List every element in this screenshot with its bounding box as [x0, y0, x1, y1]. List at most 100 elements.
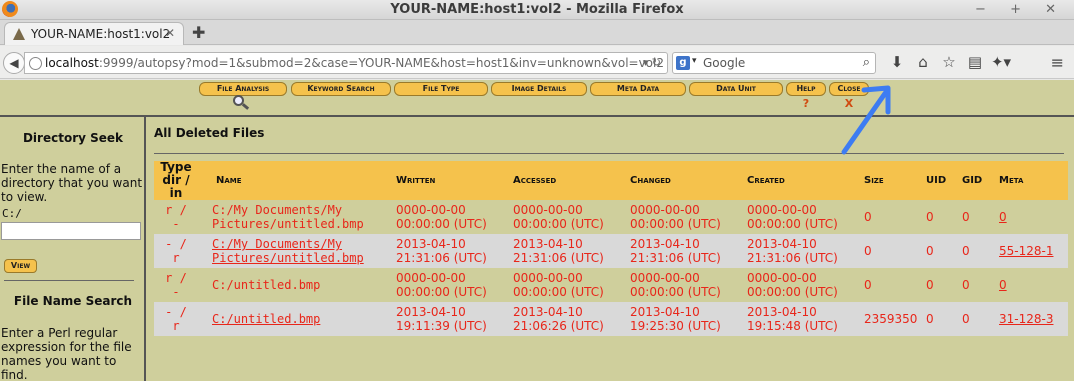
cell-size: 0 — [860, 268, 922, 302]
navigation-bar: ◀ localhost:9999/autopsy?mod=1&submod=2&… — [0, 46, 1074, 79]
close-x-icon[interactable]: X — [829, 97, 869, 111]
cell-written: 2013-04-10 21:31:06 (UTC) — [392, 234, 509, 268]
col-size[interactable]: Size — [860, 161, 922, 200]
home-icon[interactable]: ⌂ — [910, 53, 936, 71]
toolbar-icons: ⬇ ⌂ ☆ ▤ ✦▾ — [884, 53, 1014, 71]
cell-gid: 0 — [958, 200, 995, 234]
url-controls-icon[interactable]: ▾ ↻ — [643, 56, 661, 69]
window-title: YOUR-NAME:host1:vol2 - Mozilla Firefox — [390, 2, 684, 17]
deleted-files-table: Type dir / in Name Written Accessed Chan… — [154, 161, 1068, 336]
col-accessed[interactable]: Accessed — [509, 161, 626, 200]
left-panel: Directory Seek Enter the name of a direc… — [0, 117, 146, 381]
title-divider — [154, 153, 1064, 154]
url-host: localhost — [45, 56, 99, 70]
meta-link[interactable]: 0 — [999, 210, 1007, 224]
meta-link[interactable]: 0 — [999, 278, 1007, 292]
file-name-link[interactable]: C:/My Documents/My Pictures/untitled.bmp — [212, 237, 364, 265]
col-type: Type dir / in — [154, 161, 198, 200]
cell-gid: 0 — [958, 234, 995, 268]
url-text[interactable]: localhost:9999/autopsy?mod=1&submod=2&ca… — [45, 56, 664, 70]
cell-size: 2359350 — [860, 302, 922, 336]
table-row[interactable]: - / r C:/My Documents/My Pictures/untitl… — [154, 234, 1068, 268]
cell-name: C:/untitled.bmp — [198, 268, 392, 302]
cell-uid: 0 — [922, 268, 958, 302]
file-type-button[interactable]: File Type — [394, 82, 488, 96]
cell-created: 0000-00-00 00:00:00 (UTC) — [743, 268, 860, 302]
cell-type: - / r — [154, 234, 198, 268]
table-header-row: Type dir / in Name Written Accessed Chan… — [154, 161, 1068, 200]
window-controls[interactable]: − + ✕ — [975, 2, 1066, 17]
tab-bar: YOUR-NAME:host1:vol2 ✕ ✚ — [0, 20, 1074, 45]
tab-close-icon[interactable]: ✕ — [165, 26, 175, 40]
search-placeholder: Google — [703, 56, 746, 70]
search-icon[interactable]: ⌕ — [863, 55, 870, 70]
cell-created: 2013-04-10 21:31:06 (UTC) — [743, 234, 860, 268]
file-name-search-heading: File Name Search — [13, 294, 133, 308]
main-panel: All Deleted Files Type dir / in Name Wri… — [148, 117, 1074, 381]
page-title: All Deleted Files — [154, 126, 265, 140]
directory-seek-input[interactable] — [1, 222, 141, 240]
help-question-icon[interactable]: ? — [786, 97, 826, 111]
table-row[interactable]: r / - C:/My Documents/My Pictures/untitl… — [154, 200, 1068, 234]
directory-default-path: C:/ — [2, 207, 22, 220]
cell-gid: 0 — [958, 302, 995, 336]
cell-accessed: 0000-00-00 00:00:00 (UTC) — [509, 268, 626, 302]
cell-written: 2013-04-10 19:11:39 (UTC) — [392, 302, 509, 336]
cell-type: - / r — [154, 302, 198, 336]
addon-icon[interactable]: ✦▾ — [988, 53, 1014, 71]
new-tab-icon[interactable]: ✚ — [192, 23, 205, 42]
view-button[interactable]: View — [4, 259, 37, 273]
download-icon[interactable]: ⬇ — [884, 53, 910, 71]
url-bar[interactable]: localhost:9999/autopsy?mod=1&submod=2&ca… — [24, 52, 668, 74]
table-row[interactable]: r / - C:/untitled.bmp 0000-00-00 00:00:0… — [154, 268, 1068, 302]
meta-data-button[interactable]: Meta Data — [590, 82, 686, 96]
file-name-link[interactable]: C:/untitled.bmp — [212, 312, 320, 326]
cell-uid: 0 — [922, 200, 958, 234]
keyword-search-button[interactable]: Keyword Search — [291, 82, 391, 96]
meta-link[interactable]: 55-128-1 — [999, 244, 1053, 258]
cell-name: C:/My Documents/My Pictures/untitled.bmp — [198, 200, 392, 234]
cell-created: 2013-04-10 19:15:48 (UTC) — [743, 302, 860, 336]
col-created[interactable]: Created — [743, 161, 860, 200]
data-unit-button[interactable]: Data Unit — [689, 82, 783, 96]
cell-size: 0 — [860, 200, 922, 234]
tab-autopsy[interactable]: YOUR-NAME:host1:vol2 ✕ — [4, 22, 184, 45]
file-analysis-button[interactable]: File Analysis — [199, 82, 287, 96]
cell-changed: 0000-00-00 00:00:00 (UTC) — [626, 200, 743, 234]
help-button[interactable]: Help — [786, 82, 826, 96]
bookmarks-menu-icon[interactable]: ▤ — [962, 53, 988, 71]
search-bar[interactable]: g ▾ Google ⌕ — [672, 52, 876, 74]
col-gid[interactable]: GID — [958, 161, 995, 200]
hamburger-menu-icon[interactable]: ≡ — [1051, 53, 1064, 72]
cell-uid: 0 — [922, 234, 958, 268]
cell-accessed: 2013-04-10 21:06:26 (UTC) — [509, 302, 626, 336]
directory-seek-heading: Directory Seek — [22, 131, 124, 145]
close-button[interactable]: Close — [829, 82, 869, 96]
autopsy-app: File Analysis Keyword Search File Type I… — [0, 80, 1074, 381]
tab-label: YOUR-NAME:host1:vol2 — [31, 27, 171, 41]
bookmark-star-icon[interactable]: ☆ — [936, 53, 962, 71]
autopsy-toolbar: File Analysis Keyword Search File Type I… — [0, 80, 1074, 117]
cell-accessed: 2013-04-10 21:31:06 (UTC) — [509, 234, 626, 268]
cell-accessed: 0000-00-00 00:00:00 (UTC) — [509, 200, 626, 234]
globe-icon — [29, 57, 42, 70]
meta-link[interactable]: 31-128-3 — [999, 312, 1053, 326]
col-uid[interactable]: UID — [922, 161, 958, 200]
cell-written: 0000-00-00 00:00:00 (UTC) — [392, 268, 509, 302]
col-meta[interactable]: Meta — [995, 161, 1068, 200]
back-arrow-icon[interactable]: ◀ — [3, 52, 25, 74]
col-written[interactable]: Written — [392, 161, 509, 200]
cell-changed: 0000-00-00 00:00:00 (UTC) — [626, 268, 743, 302]
cell-size: 0 — [860, 234, 922, 268]
col-name[interactable]: Name — [198, 161, 392, 200]
cell-created: 0000-00-00 00:00:00 (UTC) — [743, 200, 860, 234]
google-icon[interactable]: g — [676, 56, 690, 70]
search-engine-caret-icon[interactable]: ▾ — [692, 56, 697, 66]
cell-type: r / - — [154, 268, 198, 302]
cell-changed: 2013-04-10 21:31:06 (UTC) — [626, 234, 743, 268]
table-row[interactable]: - / r C:/untitled.bmp 2013-04-10 19:11:3… — [154, 302, 1068, 336]
autopsy-favicon-icon — [13, 28, 25, 40]
url-path: :9999/autopsy?mod=1&submod=2&case=YOUR-N… — [98, 56, 664, 70]
col-changed[interactable]: Changed — [626, 161, 743, 200]
image-details-button[interactable]: Image Details — [491, 82, 587, 96]
